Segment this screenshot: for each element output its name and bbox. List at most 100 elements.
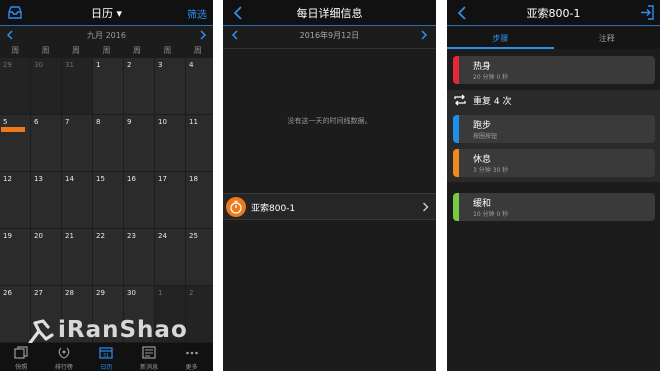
calendar-day-cell[interactable]: 29 <box>0 58 30 114</box>
filter-button[interactable]: 筛选 <box>187 6 207 21</box>
tab-notes[interactable]: 注释 <box>554 27 660 49</box>
day-number: 29 <box>96 289 105 297</box>
calendar-day-cell[interactable]: 31 <box>62 58 92 114</box>
weekday-label: 周 <box>163 46 172 55</box>
tab-steps[interactable]: 步骤 <box>447 27 554 49</box>
repeat-label: 重复 4 次 <box>473 97 512 107</box>
calendar-day-cell[interactable]: 5 <box>0 115 30 171</box>
day-number: 18 <box>189 175 198 183</box>
calendar-day-cell[interactable]: 30 <box>31 58 61 114</box>
day-number: 8 <box>96 118 101 126</box>
day-number: 29 <box>3 61 12 69</box>
tab-label: 新消息 <box>140 364 159 371</box>
activity-marker <box>1 127 25 132</box>
weekday-label: 周 <box>41 46 50 55</box>
day-number: 11 <box>189 118 198 126</box>
workout-header: 亚索800-1 <box>447 0 660 26</box>
stopwatch-icon <box>230 200 242 214</box>
calendar-day-cell[interactable]: 24 <box>155 229 185 285</box>
calendar-day-cell[interactable]: 14 <box>62 172 92 228</box>
step-name: 休息 <box>473 155 492 165</box>
day-number: 26 <box>3 289 12 297</box>
calendar-day-cell[interactable]: 22 <box>93 229 123 285</box>
month-navigator: 九月 2016 <box>0 30 213 42</box>
day-number: 27 <box>34 289 43 297</box>
step-duration: 按圈按钮 <box>473 133 498 140</box>
calendar-day-cell[interactable]: 21 <box>62 229 92 285</box>
calendar-day-cell[interactable]: 9 <box>124 115 154 171</box>
tab-label: 排行榜 <box>54 364 73 371</box>
calendar-day-cell[interactable]: 10 <box>155 115 185 171</box>
snapshot-icon <box>14 346 28 359</box>
send-to-device-icon[interactable] <box>640 5 654 20</box>
step-warmup[interactable]: 热身 20 分钟 0 秒 <box>453 56 655 84</box>
weekday-label: 周 <box>132 46 141 55</box>
calendar-title-dropdown[interactable]: 日历 ▾ <box>0 5 213 21</box>
day-number: 10 <box>158 118 167 126</box>
tab-leaderboard[interactable]: 排行榜 <box>43 343 86 371</box>
workout-tabs: 步骤 注释 <box>447 27 660 49</box>
chevron-right-icon[interactable] <box>199 30 207 40</box>
step-color-bar <box>453 149 459 177</box>
day-number: 14 <box>65 175 74 183</box>
day-number: 25 <box>189 232 198 240</box>
day-number: 3 <box>158 61 163 69</box>
chevron-right-icon[interactable] <box>420 30 428 40</box>
step-duration: 10 分钟 0 秒 <box>473 211 509 218</box>
tab-calendar[interactable]: 31 日历 <box>85 343 128 371</box>
tab-snapshot[interactable]: 快照 <box>0 343 43 371</box>
day-number: 4 <box>189 61 194 69</box>
repeat-header: 重复 4 次 <box>447 90 660 110</box>
step-name: 热身 <box>473 62 492 72</box>
day-number: 19 <box>3 232 12 240</box>
calendar-day-cell[interactable]: 2 <box>124 58 154 114</box>
calendar-day-cell[interactable]: 12 <box>0 172 30 228</box>
tab-label: 快照 <box>15 364 28 371</box>
calendar-day-cell[interactable]: 25 <box>186 229 213 285</box>
svg-text:31: 31 <box>103 353 109 359</box>
tab-label: 日历 <box>100 364 113 371</box>
step-duration: 20 分钟 0 秒 <box>473 74 509 81</box>
day-number: 30 <box>127 289 136 297</box>
step-rest[interactable]: 休息 3 分钟 30 秒 <box>453 149 655 177</box>
weekday-label: 周 <box>102 46 111 55</box>
day-number: 28 <box>65 289 74 297</box>
divider <box>223 48 436 49</box>
page-title: 亚索800-1 <box>526 7 581 20</box>
date-navigator: 2016年9月12日 <box>223 30 436 42</box>
calendar-icon: 31 <box>99 347 114 359</box>
bottom-tab-bar: 快照 排行榜 31 日历 新消息 更多 <box>0 343 213 371</box>
calendar-day-cell[interactable]: 18 <box>186 172 213 228</box>
calendar-day-cell[interactable]: 8 <box>93 115 123 171</box>
step-name: 跑步 <box>473 121 492 131</box>
page-title: 每日详细信息 <box>296 7 363 20</box>
calendar-day-cell[interactable]: 4 <box>186 58 213 114</box>
day-number: 30 <box>34 61 43 69</box>
calendar-day-cell[interactable]: 13 <box>31 172 61 228</box>
step-cooldown[interactable]: 缓和 10 分钟 0 秒 <box>453 193 655 221</box>
calendar-day-cell[interactable]: 16 <box>124 172 154 228</box>
day-number: 31 <box>65 61 74 69</box>
weekday-header: 周 周 周 周 周 周 周 <box>0 45 213 57</box>
calendar-day-cell[interactable]: 17 <box>155 172 185 228</box>
step-run[interactable]: 跑步 按圈按钮 <box>453 115 655 143</box>
calendar-day-cell[interactable]: 23 <box>124 229 154 285</box>
tab-news[interactable]: 新消息 <box>128 343 171 371</box>
calendar-day-cell[interactable]: 19 <box>0 229 30 285</box>
activity-row[interactable]: 亚索800-1 <box>223 193 436 220</box>
calendar-day-cell[interactable]: 15 <box>93 172 123 228</box>
daily-detail-header: 每日详细信息 <box>223 0 436 26</box>
calendar-day-cell[interactable]: 3 <box>155 58 185 114</box>
calendar-day-cell[interactable]: 20 <box>31 229 61 285</box>
tab-more[interactable]: 更多 <box>170 343 213 371</box>
calendar-day-cell[interactable]: 7 <box>62 115 92 171</box>
calendar-day-cell[interactable]: 6 <box>31 115 61 171</box>
day-number: 9 <box>127 118 132 126</box>
chevron-right-icon <box>423 202 429 212</box>
news-icon <box>142 346 156 359</box>
calendar-day-cell[interactable]: 1 <box>93 58 123 114</box>
month-label: 九月 2016 <box>87 31 126 40</box>
calendar-day-cell[interactable]: 11 <box>186 115 213 171</box>
calendar-header: 日历 ▾ 筛选 <box>0 0 213 26</box>
day-number: 20 <box>34 232 43 240</box>
